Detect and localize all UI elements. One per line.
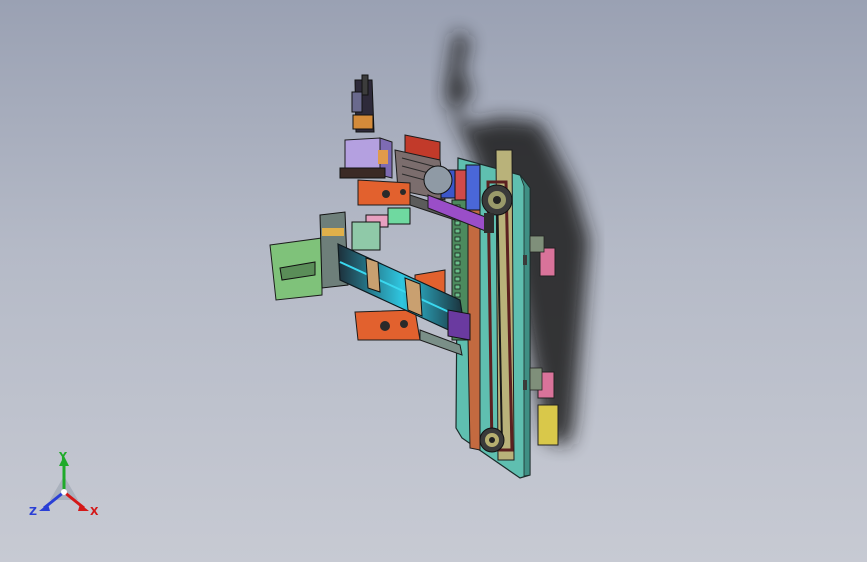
- mount-bracket-lower[interactable]: [354, 309, 421, 341]
- bottom-pulley[interactable]: [479, 427, 505, 453]
- cad-viewport[interactable]: Y X Z: [0, 0, 867, 562]
- motor-mount-plate[interactable]: [269, 237, 323, 301]
- cam-disc[interactable]: [423, 165, 453, 195]
- z-axis-label: Z: [29, 505, 37, 518]
- mount-bracket-upper[interactable]: [357, 179, 411, 206]
- drive-motor[interactable]: [537, 404, 559, 446]
- x-axis-label: X: [90, 505, 99, 518]
- cylinder-body[interactable]: [339, 137, 393, 179]
- top-pulley[interactable]: [481, 184, 513, 216]
- rail-stop-lower: [529, 367, 543, 391]
- rail-stop-upper: [529, 235, 545, 253]
- small-actuator[interactable]: [351, 207, 411, 251]
- assembly-model[interactable]: [0, 0, 867, 562]
- axis-triad: [39, 456, 89, 511]
- gripper-column[interactable]: [351, 74, 375, 133]
- triad-origin: [61, 489, 67, 495]
- slide-end-cap[interactable]: [447, 309, 471, 341]
- y-axis-label: Y: [59, 450, 67, 463]
